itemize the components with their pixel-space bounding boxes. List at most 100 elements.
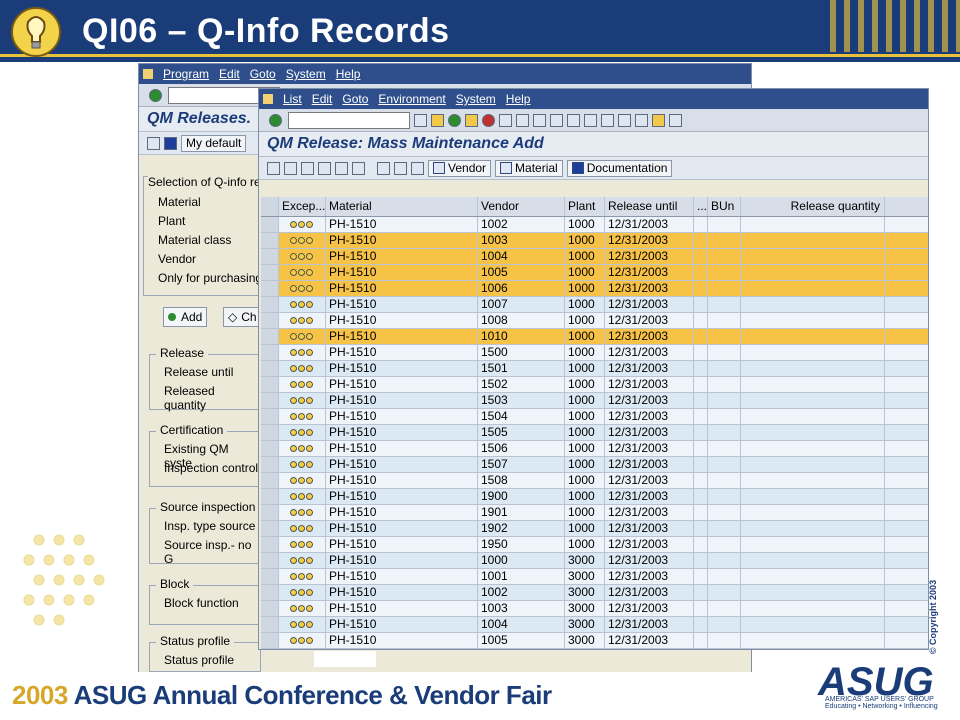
table-row[interactable]: PH-1510 1902 1000 12/31/2003: [261, 521, 928, 537]
menu-goto-front[interactable]: Goto: [342, 92, 368, 106]
export-icon[interactable]: [394, 161, 407, 175]
table-row[interactable]: PH-1510 1005 1000 12/31/2003: [261, 265, 928, 281]
row-selector[interactable]: [261, 233, 279, 248]
col-bun[interactable]: BUn: [708, 197, 741, 216]
table-row[interactable]: PH-1510 1504 1000 12/31/2003: [261, 409, 928, 425]
material-button[interactable]: Material: [495, 159, 563, 177]
menu-help-front[interactable]: Help: [506, 92, 531, 106]
row-selector[interactable]: [261, 313, 279, 328]
select-all-icon[interactable]: [284, 161, 297, 175]
row-selector[interactable]: [261, 601, 279, 616]
table-row[interactable]: PH-1510 1500 1000 12/31/2003: [261, 345, 928, 361]
table-row[interactable]: PH-1510 1003 1000 12/31/2003: [261, 233, 928, 249]
table-row[interactable]: PH-1510 1505 1000 12/31/2003: [261, 425, 928, 441]
table-row[interactable]: PH-1510 1900 1000 12/31/2003: [261, 489, 928, 505]
status-profile-input[interactable]: [314, 651, 376, 667]
col-vendor[interactable]: Vendor: [478, 197, 565, 216]
enter-check-icon[interactable]: [149, 88, 162, 102]
filter-icon[interactable]: [318, 161, 331, 175]
vendor-button[interactable]: Vendor: [428, 159, 492, 177]
table-row[interactable]: PH-1510 1000 3000 12/31/2003: [261, 553, 928, 569]
table-row[interactable]: PH-1510 1950 1000 12/31/2003: [261, 537, 928, 553]
execute-icon[interactable]: [147, 136, 160, 150]
col-material[interactable]: Material: [326, 197, 478, 216]
table-row[interactable]: PH-1510 1002 3000 12/31/2003: [261, 585, 928, 601]
system-menu-icon-front[interactable]: [263, 94, 273, 104]
back-icon[interactable]: [448, 113, 461, 127]
search-list-icon[interactable]: [352, 161, 365, 175]
table-row[interactable]: PH-1510 1003 3000 12/31/2003: [261, 601, 928, 617]
next-page-icon[interactable]: [584, 113, 597, 127]
table-row[interactable]: PH-1510 1501 1000 12/31/2003: [261, 361, 928, 377]
table-row[interactable]: PH-1510 1503 1000 12/31/2003: [261, 393, 928, 409]
graphic-icon[interactable]: [411, 161, 424, 175]
menu-system-front[interactable]: System: [456, 92, 496, 106]
row-selector[interactable]: [261, 249, 279, 264]
row-selector[interactable]: [261, 265, 279, 280]
table-row[interactable]: PH-1510 1007 1000 12/31/2003: [261, 297, 928, 313]
layout-grid-icon[interactable]: [377, 161, 390, 175]
enter-check-icon-front[interactable]: [269, 113, 282, 127]
row-selector[interactable]: [261, 409, 279, 424]
find-next-icon[interactable]: [533, 113, 546, 127]
table-row[interactable]: PH-1510 1004 1000 12/31/2003: [261, 249, 928, 265]
row-selector[interactable]: [261, 441, 279, 456]
save-icon[interactable]: [431, 113, 444, 127]
select-all-column-icon[interactable]: [261, 197, 279, 216]
table-row[interactable]: PH-1510 1002 1000 12/31/2003: [261, 217, 928, 233]
new-session-icon[interactable]: [618, 113, 631, 127]
tab-add[interactable]: Add: [163, 307, 208, 327]
menu-program[interactable]: Program: [163, 67, 209, 81]
col-plant[interactable]: Plant: [565, 197, 605, 216]
row-selector[interactable]: [261, 217, 279, 232]
find-icon[interactable]: [516, 113, 529, 127]
first-page-icon[interactable]: [550, 113, 563, 127]
table-row[interactable]: PH-1510 1901 1000 12/31/2003: [261, 505, 928, 521]
help-icon[interactable]: [652, 113, 665, 127]
table-row[interactable]: PH-1510 1508 1000 12/31/2003: [261, 473, 928, 489]
print-icon[interactable]: [499, 113, 512, 127]
system-menu-icon[interactable]: [143, 69, 153, 79]
row-selector[interactable]: [261, 345, 279, 360]
col-release-until[interactable]: Release until: [605, 197, 694, 216]
menu-goto[interactable]: Goto: [250, 67, 276, 81]
menu-help[interactable]: Help: [336, 67, 361, 81]
menu-list[interactable]: List: [283, 92, 302, 106]
exit-icon[interactable]: [465, 113, 478, 127]
row-selector[interactable]: [261, 361, 279, 376]
my-default-button[interactable]: My default: [181, 134, 247, 152]
menu-edit-front[interactable]: Edit: [312, 92, 333, 106]
row-selector[interactable]: [261, 617, 279, 632]
row-selector[interactable]: [261, 425, 279, 440]
row-selector[interactable]: [261, 585, 279, 600]
row-selector[interactable]: [261, 329, 279, 344]
row-selector[interactable]: [261, 553, 279, 568]
row-selector[interactable]: [261, 473, 279, 488]
row-selector[interactable]: [261, 457, 279, 472]
row-selector[interactable]: [261, 521, 279, 536]
col-release-quantity[interactable]: Release quantity: [741, 197, 885, 216]
documentation-button[interactable]: Documentation: [566, 159, 673, 177]
row-selector[interactable]: [261, 569, 279, 584]
back-arrow-icon[interactable]: [414, 113, 427, 127]
row-selector[interactable]: [261, 537, 279, 552]
details-icon[interactable]: [267, 161, 280, 175]
table-row[interactable]: PH-1510 1506 1000 12/31/2003: [261, 441, 928, 457]
row-selector[interactable]: [261, 377, 279, 392]
front-command-field[interactable]: [288, 111, 410, 129]
tab-change[interactable]: ◇ Ch: [223, 307, 262, 327]
row-selector[interactable]: [261, 489, 279, 504]
menu-edit[interactable]: Edit: [219, 67, 240, 81]
col-more[interactable]: ...: [694, 197, 708, 216]
table-row[interactable]: PH-1510 1005 3000 12/31/2003: [261, 633, 928, 649]
row-selector[interactable]: [261, 633, 279, 648]
table-row[interactable]: PH-1510 1502 1000 12/31/2003: [261, 377, 928, 393]
row-selector[interactable]: [261, 297, 279, 312]
cancel-icon[interactable]: [482, 113, 495, 127]
table-row[interactable]: PH-1510 1010 1000 12/31/2003: [261, 329, 928, 345]
menu-environment[interactable]: Environment: [378, 92, 445, 106]
row-selector[interactable]: [261, 281, 279, 296]
row-selector[interactable]: [261, 393, 279, 408]
table-row[interactable]: PH-1510 1507 1000 12/31/2003: [261, 457, 928, 473]
info-icon[interactable]: [164, 136, 177, 150]
